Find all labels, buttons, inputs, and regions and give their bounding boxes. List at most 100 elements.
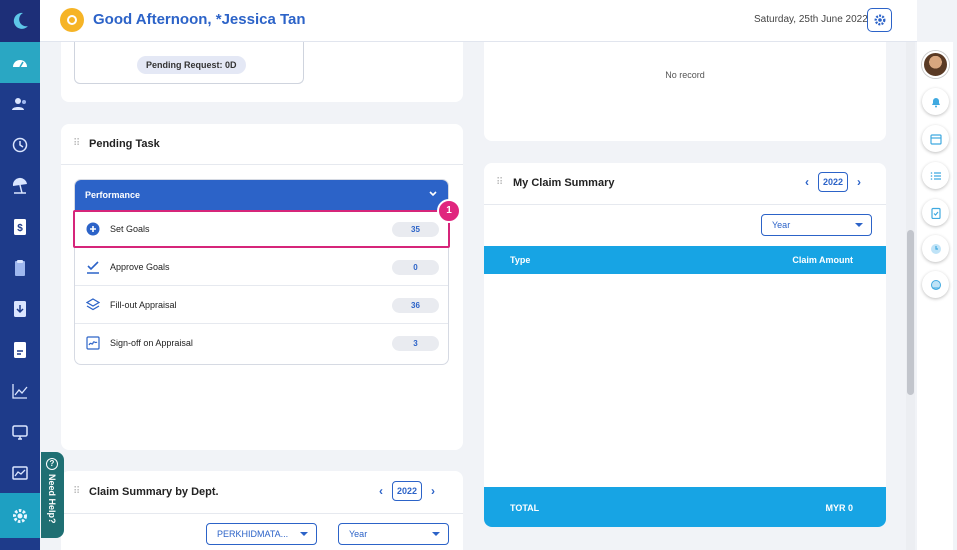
top-header: Good Afternoon, *Jessica Tan Saturday, 2…: [40, 0, 917, 42]
department-select[interactable]: PERKHIDMATA...: [206, 523, 317, 545]
need-help-tab[interactable]: ? Need Help?: [41, 452, 64, 538]
leave-balance-box: Pending Request: 0D: [74, 42, 304, 84]
caret-down-icon: [432, 532, 440, 536]
col-claim-amount: Claim Amount: [792, 255, 853, 265]
beach-umbrella-icon: [12, 177, 27, 194]
sidebar-item-download[interactable]: [0, 288, 40, 329]
sidebar-item-claims[interactable]: $: [0, 206, 40, 247]
pending-request-badge: Pending Request: 0D: [137, 56, 246, 74]
my-claim-summary-card: ⠿ My Claim Summary ‹ 2022 › Year Type Cl…: [484, 163, 886, 527]
total-label: TOTAL: [510, 503, 540, 513]
top-right-card: No record: [484, 42, 886, 141]
leave-summary-card: Pending Request: 0D: [61, 42, 463, 102]
next-year-button[interactable]: ›: [426, 484, 440, 498]
year-display: 2022: [818, 172, 849, 192]
sidebar-item-dashboard[interactable]: [0, 42, 40, 83]
greeting-text: Good Afternoon, *Jessica Tan: [93, 11, 306, 28]
clock-history-icon: [12, 137, 28, 152]
signature-icon: [86, 336, 100, 350]
download-document-icon: [14, 300, 26, 317]
card-divider: [61, 513, 463, 514]
claim-summary-title: My Claim Summary: [513, 177, 615, 189]
sidebar-item-reports[interactable]: [0, 370, 40, 411]
card-divider: [484, 204, 886, 205]
next-year-button[interactable]: ›: [852, 175, 866, 189]
people-icon: [12, 97, 26, 110]
check-underline-icon: [87, 261, 99, 274]
claim-total-row: TOTAL MYR 0: [484, 487, 886, 527]
claim-table-header: Type Claim Amount: [484, 246, 886, 274]
task-row-approve-goals[interactable]: Approve Goals 0: [75, 248, 448, 286]
performance-group-label: Performance: [85, 190, 141, 200]
drag-handle-icon[interactable]: ⠿: [496, 177, 503, 188]
need-help-label: Need Help?: [47, 474, 57, 524]
period-select-value: Year: [772, 220, 791, 230]
sidebar-item-analytics[interactable]: [0, 452, 40, 493]
period-select[interactable]: Year: [761, 214, 872, 236]
task-row-sign-off-appraisal[interactable]: Sign-off on Appraisal 3: [75, 324, 448, 362]
sidebar-item-leave[interactable]: [0, 165, 40, 206]
left-sidebar: $: [0, 0, 40, 550]
year-navigator: ‹ 2022 ›: [374, 481, 440, 501]
clipboard-icon: [15, 259, 25, 276]
performance-task-group: Performance Set Goals 35 Approve Goals 0…: [74, 179, 449, 365]
period-select-value: Year: [349, 529, 368, 539]
task-label: Fill-out Appraisal: [110, 300, 177, 310]
drag-handle-icon[interactable]: ⠿: [73, 486, 80, 497]
caret-down-icon: [300, 532, 308, 536]
pending-task-card: ⠿ Pending Task Performance Set Goals 35 …: [61, 124, 463, 450]
prev-year-button[interactable]: ‹: [800, 175, 814, 189]
drag-handle-icon[interactable]: ⠿: [73, 138, 80, 149]
scrollbar-thumb[interactable]: [907, 230, 914, 395]
claim-summary-by-dept-card: ⠿ Claim Summary by Dept. ‹ 2022 › PERKHI…: [61, 471, 463, 550]
clipboard-check-icon[interactable]: [922, 199, 949, 226]
period-select[interactable]: Year: [338, 523, 449, 545]
task-count-badge: 0: [392, 260, 439, 275]
performance-group-header[interactable]: Performance: [75, 180, 448, 210]
total-value: MYR 0: [825, 503, 853, 513]
monitor-icon: [12, 424, 28, 440]
pending-task-title: Pending Task: [89, 138, 160, 150]
user-avatar[interactable]: [922, 51, 949, 78]
tutorial-step-badge: 1: [437, 199, 461, 223]
task-count-badge: 36: [392, 298, 439, 313]
globe-icon[interactable]: [922, 271, 949, 298]
task-row-fill-out-appraisal[interactable]: Fill-out Appraisal 36: [75, 286, 448, 324]
sidebar-item-settings[interactable]: [0, 493, 40, 538]
app-logo[interactable]: [0, 0, 40, 42]
settings-button[interactable]: [867, 8, 892, 32]
gear-icon: [874, 14, 885, 26]
svg-text:$: $: [17, 223, 23, 234]
document-icon: [14, 341, 26, 358]
speedometer-icon: [13, 59, 27, 67]
year-navigator: ‹ 2022 ›: [800, 172, 866, 192]
prev-year-button[interactable]: ‹: [374, 484, 388, 498]
right-quick-rail: [917, 42, 953, 550]
sidebar-item-attendance[interactable]: [0, 124, 40, 165]
sidebar-item-training[interactable]: [0, 411, 40, 452]
bell-icon[interactable]: [922, 88, 949, 115]
line-chart-icon: [12, 383, 28, 399]
tutorial-highlight-box: [73, 210, 450, 248]
question-icon: ?: [46, 458, 58, 470]
sidebar-item-employees[interactable]: [0, 83, 40, 124]
task-label: Approve Goals: [110, 262, 170, 272]
calendar-icon[interactable]: [922, 125, 949, 152]
picture-chart-icon: [12, 465, 28, 480]
task-label: Sign-off on Appraisal: [110, 338, 193, 348]
sun-icon: [60, 8, 84, 32]
year-display: 2022: [392, 481, 423, 501]
current-date: Saturday, 25th June 2022: [754, 14, 868, 25]
sidebar-item-tasks[interactable]: [0, 247, 40, 288]
dept-summary-title: Claim Summary by Dept.: [89, 486, 219, 498]
sidebar-item-documents[interactable]: [0, 329, 40, 370]
no-record-text: No record: [665, 70, 705, 80]
layers-icon: [86, 298, 100, 311]
clock-icon[interactable]: [922, 235, 949, 262]
caret-down-icon: [855, 223, 863, 227]
col-type: Type: [510, 255, 531, 265]
settings-gear-icon: [13, 508, 27, 523]
task-count-badge: 3: [392, 336, 439, 351]
list-icon[interactable]: [922, 162, 949, 189]
chevron-down-icon: [429, 191, 437, 197]
